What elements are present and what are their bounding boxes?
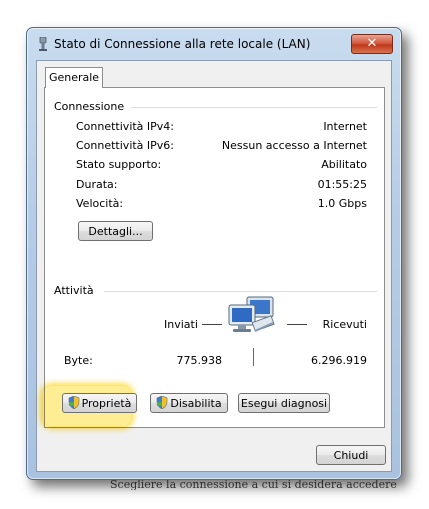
ipv4-label: Connettività IPv4:: [76, 120, 175, 133]
close-button[interactable]: Chiudi: [316, 445, 386, 465]
properties-button-label: Proprietà: [81, 397, 132, 410]
media-state-label: Stato supporto:: [76, 158, 162, 171]
dialog-client-area: Generale Connessione Connettività IPv4: …: [36, 60, 392, 472]
network-adapter-icon: [39, 37, 47, 51]
bytes-label: Byte:: [64, 354, 93, 367]
connection-group-title: Connessione: [54, 100, 125, 113]
group-divider: [131, 107, 377, 108]
tab-generale[interactable]: Generale: [45, 67, 103, 88]
ipv4-value: Internet: [323, 120, 367, 133]
speed-value: 1.0 Gbps: [317, 197, 367, 210]
media-state-value: Abilitato: [321, 158, 367, 171]
title-bar: Stato di Connessione alla rete locale (L…: [27, 28, 401, 58]
speed-label: Velocità:: [76, 197, 124, 210]
tab-panel-generale: Connessione Connettività IPv4: Internet …: [44, 87, 385, 428]
bytes-sent-value: 775.938: [176, 354, 223, 367]
duration-value: 01:55:25: [317, 178, 367, 191]
received-line: [287, 324, 307, 325]
close-icon: ✕: [366, 36, 378, 51]
activity-group-title: Attività: [54, 284, 94, 297]
sent-label: Inviati: [164, 318, 198, 331]
disable-button[interactable]: Disabilita: [150, 393, 228, 413]
uac-shield-icon: [157, 396, 168, 409]
properties-button[interactable]: Proprietà: [62, 393, 137, 413]
disable-button-label: Disabilita: [170, 397, 222, 410]
close-window-button[interactable]: ✕: [351, 34, 393, 54]
uac-shield-icon: [68, 396, 79, 409]
dialog-window: Stato di Connessione alla rete locale (L…: [26, 27, 402, 480]
duration-label: Durata:: [76, 178, 118, 191]
group-divider: [104, 291, 377, 292]
details-button[interactable]: Dettagli...: [78, 221, 153, 241]
ipv6-label: Connettività IPv6:: [76, 139, 175, 152]
received-label: Ricevuti: [322, 318, 367, 331]
sent-line: [202, 324, 222, 325]
bytes-received-value: 6.296.919: [311, 354, 367, 367]
ipv6-value: Nessun accesso a Internet: [221, 139, 367, 152]
bytes-divider: [253, 348, 254, 366]
diagnose-button[interactable]: Esegui diagnosi: [238, 393, 330, 413]
window-title: Stato di Connessione alla rete locale (L…: [54, 37, 311, 51]
network-computers-icon: [228, 296, 275, 332]
